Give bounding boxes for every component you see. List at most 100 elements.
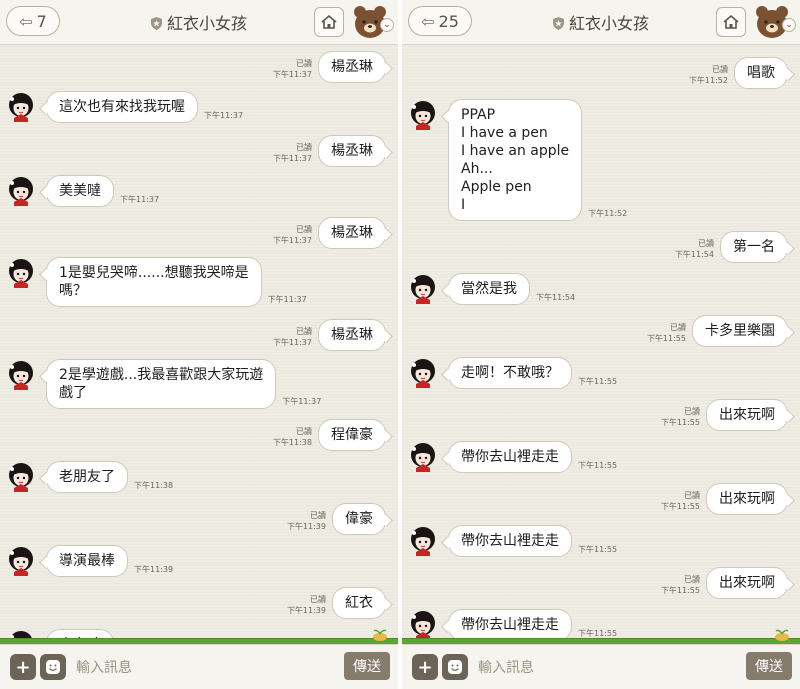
message-bubble[interactable]: 程偉豪	[318, 419, 386, 451]
message-bubble[interactable]: 美美噠	[46, 175, 114, 207]
message-bubble[interactable]: 卡多里樂園	[692, 315, 788, 347]
message-bubble[interactable]: 唱歌	[734, 57, 788, 89]
girl-avatar-icon[interactable]	[408, 526, 438, 556]
message-bubble[interactable]: 2是學遊戲...我最喜歡跟大家玩遊 戲了	[46, 359, 277, 409]
emoji-button[interactable]	[40, 654, 66, 680]
message-bubble[interactable]: 導演最棒	[46, 545, 128, 577]
sprout-icon	[775, 629, 789, 641]
message-timestamp: 下午11:55	[660, 418, 700, 427]
message-timestamp: 下午11:54	[674, 250, 714, 259]
message-list[interactable]: 楊丞琳 已讀 下午11:37 這次也有來找我玩喔 下午11:37 楊丞琳 已讀 下午11:37…	[0, 45, 398, 645]
read-receipt: 已讀	[296, 225, 312, 234]
message-bubble[interactable]: 出來玩啊	[706, 483, 788, 515]
message-timestamp: 下午11:52	[688, 76, 728, 85]
message-bubble[interactable]: 紅衣	[332, 587, 386, 619]
chat-title: 紅衣小女孩	[130, 10, 268, 34]
message-input[interactable]: 輸入訊息	[76, 657, 132, 677]
outgoing-message: 出來玩啊 已讀 下午11:55	[402, 483, 800, 517]
chat-title-text: 紅衣小女孩	[568, 14, 649, 33]
message-timestamp: 下午11:37	[267, 295, 307, 304]
message-timestamp: 下午11:38	[272, 438, 312, 447]
chevron-down-icon[interactable]: ⌄	[380, 18, 394, 32]
girl-avatar-icon[interactable]	[408, 358, 438, 388]
message-bubble[interactable]: 走啊！不敢哦？	[448, 357, 572, 389]
plus-icon: +	[417, 656, 433, 678]
girl-avatar-icon[interactable]	[6, 360, 36, 390]
chevron-down-icon[interactable]: ⌄	[782, 18, 796, 32]
read-receipt: 已讀	[296, 59, 312, 68]
message-bubble[interactable]: 當然是我	[448, 273, 530, 305]
message-timestamp: 下午11:39	[134, 565, 174, 574]
message-bubble[interactable]: 出來玩啊	[706, 567, 788, 599]
girl-avatar-icon[interactable]	[6, 258, 36, 288]
message-bubble[interactable]: 帶你去山裡走走	[448, 441, 572, 473]
girl-avatar-icon[interactable]	[408, 442, 438, 472]
message-bubble[interactable]: 楊丞琳	[318, 135, 386, 167]
home-icon	[321, 14, 337, 29]
message-bubble[interactable]: 1是嬰兒哭啼......想聽我哭啼是 嗎？	[46, 257, 262, 307]
message-timestamp: 下午11:37	[272, 154, 312, 163]
read-receipt: 已讀	[310, 511, 326, 520]
back-button[interactable]: ⇦ 7	[6, 6, 60, 36]
message-timestamp: 下午11:37	[120, 195, 160, 204]
message-timestamp: 下午11:55	[578, 545, 618, 554]
message-bubble[interactable]: 老朋友了	[46, 461, 128, 493]
message-bubble[interactable]: PPAP I have a pen I have an apple Ah... …	[448, 99, 583, 221]
outgoing-message: 楊丞琳 已讀下午11:37	[0, 217, 398, 251]
message-bubble[interactable]: 帶你去山裡走走	[448, 609, 572, 641]
message-input[interactable]: 輸入訊息	[478, 657, 534, 677]
girl-avatar-icon[interactable]	[6, 92, 36, 122]
message-timestamp: 下午11:39	[286, 522, 326, 531]
message-bubble[interactable]: 出來玩啊	[706, 399, 788, 431]
girl-avatar-icon[interactable]	[6, 176, 36, 206]
message-bubble[interactable]: 偉豪	[332, 503, 386, 535]
outgoing-message: 偉豪 已讀下午11:39	[0, 503, 398, 537]
send-button[interactable]: 傳送	[344, 652, 390, 680]
read-receipt: 已讀	[712, 65, 728, 74]
message-bubble[interactable]: 這次也有來找我玩喔	[46, 91, 198, 123]
outgoing-message: 紅衣 已讀下午11:39	[0, 587, 398, 621]
message-timestamp: 下午11:39	[286, 606, 326, 615]
girl-avatar-icon[interactable]	[408, 274, 438, 304]
home-button[interactable]	[716, 7, 746, 37]
outgoing-message: 第一名 已讀下午11:54	[402, 231, 800, 265]
girl-avatar-icon[interactable]	[408, 100, 438, 130]
home-button[interactable]	[314, 7, 344, 37]
chat-header: ⇦ 25 紅衣小女孩 ⌄	[402, 0, 800, 45]
read-receipt: 已讀	[698, 239, 714, 248]
send-button[interactable]: 傳送	[746, 652, 792, 680]
emoji-icon	[448, 660, 462, 674]
outgoing-message: 出來玩啊 已讀 下午11:55	[402, 567, 800, 601]
read-receipt: 已讀	[684, 575, 700, 584]
message-bubble[interactable]: 帶你去山裡走走	[448, 525, 572, 557]
message-bubble[interactable]: 第一名	[720, 231, 788, 263]
message-bubble[interactable]: 楊丞琳	[318, 319, 386, 351]
girl-avatar-icon[interactable]	[6, 462, 36, 492]
message-bubble[interactable]: 楊丞琳	[318, 51, 386, 83]
message-timestamp: 下午11:37	[272, 236, 312, 245]
message-timestamp: 下午11:37	[272, 70, 312, 79]
back-arrow-icon: ⇦	[421, 11, 435, 31]
message-timestamp: 下午11:38	[134, 481, 174, 490]
message-list[interactable]: 唱歌 已讀 下午11:52 PPAP I have a pen I have an a…	[402, 45, 800, 645]
chat-title-text: 紅衣小女孩	[166, 14, 247, 33]
plus-button[interactable]: +	[412, 654, 438, 680]
message-timestamp: 下午11:37	[272, 338, 312, 347]
message-timestamp: 下午11:55	[646, 334, 686, 343]
plus-button[interactable]: +	[10, 654, 36, 680]
chat-panel-left: ⇦ 7 紅衣小女孩 ⌄ 楊丞琳 已讀 下午11:37 這次也有來找我玩喔 下午11:37 楊…	[0, 0, 398, 689]
girl-avatar-icon[interactable]	[408, 610, 438, 640]
outgoing-message: 唱歌 已讀下午11:52	[402, 57, 800, 91]
message-timestamp: 下午11:52	[588, 209, 628, 218]
girl-avatar-icon[interactable]	[6, 546, 36, 576]
emoji-button[interactable]	[442, 654, 468, 680]
read-receipt: 已讀	[684, 407, 700, 416]
back-button[interactable]: ⇦ 25	[408, 6, 472, 36]
read-receipt: 已讀	[310, 595, 326, 604]
outgoing-message: 楊丞琳 已讀下午11:37	[0, 51, 398, 85]
message-bubble[interactable]: 楊丞琳	[318, 217, 386, 249]
read-receipt: 已讀	[670, 323, 686, 332]
back-arrow-icon: ⇦	[19, 11, 33, 31]
outgoing-message: 楊丞琳 已讀 下午11:37	[0, 135, 398, 169]
unread-count: 25	[438, 11, 459, 31]
